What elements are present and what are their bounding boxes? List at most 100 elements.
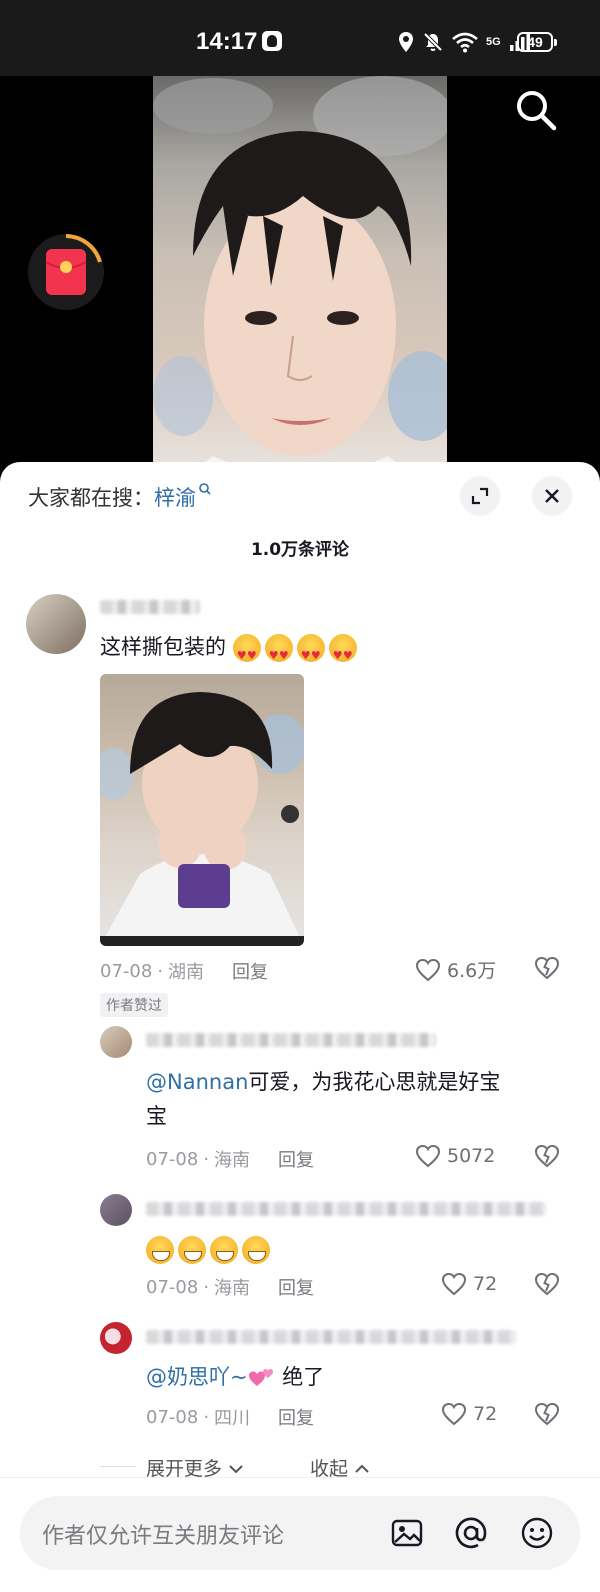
status-time: 14:17 bbox=[196, 28, 258, 55]
chevron-down-icon bbox=[229, 1465, 243, 1474]
hot-search-bar[interactable]: 大家都在搜：梓渝 bbox=[28, 482, 212, 512]
broken-heart-icon bbox=[534, 956, 560, 980]
reply-location: 四川 bbox=[214, 1408, 251, 1429]
comment-date: 07-08 bbox=[100, 960, 153, 982]
emoji-icon[interactable] bbox=[520, 1516, 554, 1550]
heart-outline-icon bbox=[441, 1402, 467, 1426]
comment-input[interactable]: 作者仅允许互关朋友评论 bbox=[20, 1496, 580, 1570]
reply-button[interactable]: 回复 bbox=[278, 1274, 314, 1300]
video-player[interactable] bbox=[0, 76, 600, 476]
pink-hearts-emoji-icon bbox=[248, 1369, 273, 1386]
network-type: 5G bbox=[486, 36, 501, 48]
reply-text bbox=[146, 1232, 274, 1266]
dislike-button[interactable] bbox=[533, 1144, 561, 1172]
author-liked-badge: 作者赞过 bbox=[100, 993, 168, 1017]
username-blurred[interactable] bbox=[146, 1033, 436, 1047]
meta-dot: · bbox=[203, 1276, 210, 1298]
location-icon bbox=[399, 32, 413, 52]
avatar[interactable] bbox=[100, 1194, 132, 1226]
like-button[interactable]: 6.6万 bbox=[415, 956, 496, 983]
reply-date: 07-08 bbox=[146, 1148, 199, 1170]
mention-link[interactable]: @奶思吖~ bbox=[146, 1365, 248, 1389]
reply-date: 07-08 bbox=[146, 1276, 199, 1298]
reply-location: 海南 bbox=[214, 1150, 251, 1171]
grin-emoji-icon bbox=[242, 1236, 270, 1264]
expand-button[interactable] bbox=[460, 476, 500, 516]
avatar[interactable] bbox=[26, 594, 86, 654]
like-button[interactable]: 72 bbox=[441, 1272, 497, 1296]
reply-text: @奶思吖~ 绝了 bbox=[146, 1360, 324, 1394]
video-frame[interactable] bbox=[153, 76, 447, 476]
qq-notification-icon bbox=[262, 31, 282, 51]
reply-date: 07-08 bbox=[146, 1406, 199, 1428]
like-count: 72 bbox=[473, 1403, 498, 1425]
comment-count: 1.0万条评论 bbox=[250, 540, 350, 560]
close-icon bbox=[545, 489, 559, 503]
status-icons: 5G bbox=[398, 30, 531, 54]
username-blurred[interactable] bbox=[146, 1202, 546, 1216]
username-blurred[interactable] bbox=[100, 600, 200, 614]
heart-eyes-emoji-icon bbox=[296, 634, 325, 673]
small-search-icon bbox=[199, 483, 211, 495]
reply-button[interactable]: 回复 bbox=[232, 958, 268, 984]
mention-link[interactable]: @Nannan bbox=[146, 1070, 248, 1094]
heart-outline-icon bbox=[415, 958, 441, 981]
comment-body: 这样撕包装的 bbox=[100, 635, 226, 659]
comment-input-placeholder: 作者仅允许互关朋友评论 bbox=[42, 1524, 285, 1549]
reply-text: @Nannan可爱，为我花心思就是好宝 宝 bbox=[146, 1065, 566, 1133]
comment-image-content bbox=[100, 692, 304, 946]
image-icon[interactable] bbox=[390, 1516, 424, 1550]
meta-dot: · bbox=[203, 1148, 210, 1170]
thread-divider bbox=[100, 1466, 136, 1467]
heart-outline-icon bbox=[441, 1272, 467, 1296]
grin-emoji-icon bbox=[178, 1236, 206, 1264]
reply-button[interactable]: 回复 bbox=[278, 1404, 314, 1430]
hot-search-term[interactable]: 梓渝 bbox=[154, 486, 196, 510]
video-portrait-image bbox=[153, 76, 447, 476]
reply-body-cont: 宝 bbox=[146, 1104, 167, 1128]
dislike-button[interactable] bbox=[533, 956, 561, 984]
reply-meta: 07-08 · 海南 回复 bbox=[146, 1274, 314, 1300]
dislike-button[interactable] bbox=[533, 1402, 561, 1430]
hot-search-prefix: 大家都在搜： bbox=[28, 486, 154, 510]
close-button[interactable] bbox=[532, 476, 572, 516]
like-button[interactable]: 72 bbox=[441, 1402, 497, 1426]
search-icon[interactable] bbox=[512, 86, 560, 134]
mute-bell-icon bbox=[423, 32, 443, 52]
chevron-up-icon bbox=[355, 1464, 369, 1473]
reply-body: 绝了 bbox=[275, 1365, 325, 1389]
meta-dot: · bbox=[203, 1406, 210, 1428]
like-button[interactable]: 5072 bbox=[415, 1144, 495, 1168]
expand-icon bbox=[471, 487, 489, 505]
like-count: 72 bbox=[473, 1273, 498, 1295]
avatar[interactable] bbox=[100, 1322, 132, 1354]
heart-eyes-emoji-icon bbox=[328, 634, 357, 673]
like-count: 5072 bbox=[447, 1145, 496, 1167]
dislike-button[interactable] bbox=[533, 1272, 561, 1300]
broken-heart-icon bbox=[534, 1272, 560, 1296]
grin-emoji-icon bbox=[146, 1236, 174, 1264]
reply-body: 可爱，为我花心思就是好宝 bbox=[248, 1070, 501, 1094]
heart-eyes-emoji-icon bbox=[232, 634, 261, 673]
reply-meta: 07-08 · 四川 回复 bbox=[146, 1404, 314, 1430]
reply-meta: 07-08 · 海南 回复 bbox=[146, 1146, 314, 1172]
status-bar: 14:17 5G 49 bbox=[0, 0, 600, 76]
comment-location: 湖南 bbox=[168, 962, 205, 983]
red-packet-icon[interactable] bbox=[26, 232, 106, 312]
broken-heart-icon bbox=[534, 1402, 560, 1426]
grin-emoji-icon bbox=[210, 1236, 238, 1264]
at-mention-icon[interactable] bbox=[454, 1516, 488, 1550]
avatar[interactable] bbox=[100, 1026, 132, 1058]
comment-image[interactable] bbox=[100, 674, 304, 946]
reply-button[interactable]: 回复 bbox=[278, 1146, 314, 1172]
battery-level: 49 bbox=[517, 32, 557, 52]
comment-text: 这样撕包装的 bbox=[100, 630, 361, 673]
comment-meta: 07-08 · 湖南 回复 bbox=[100, 958, 268, 984]
heart-eyes-emoji-icon bbox=[264, 634, 293, 673]
reply-location: 海南 bbox=[214, 1278, 251, 1299]
username-blurred[interactable] bbox=[146, 1330, 516, 1344]
comment-input-bar: 作者仅允许互关朋友评论 bbox=[0, 1477, 600, 1592]
comment-sheet: 大家都在搜：梓渝 1.0万条评论 这样撕包装的 ♥ ♥♥ ♥♥ ♥♥ ♥ 07-… bbox=[0, 462, 600, 1592]
wifi-icon bbox=[452, 32, 478, 53]
like-count: 6.6万 bbox=[447, 960, 497, 982]
